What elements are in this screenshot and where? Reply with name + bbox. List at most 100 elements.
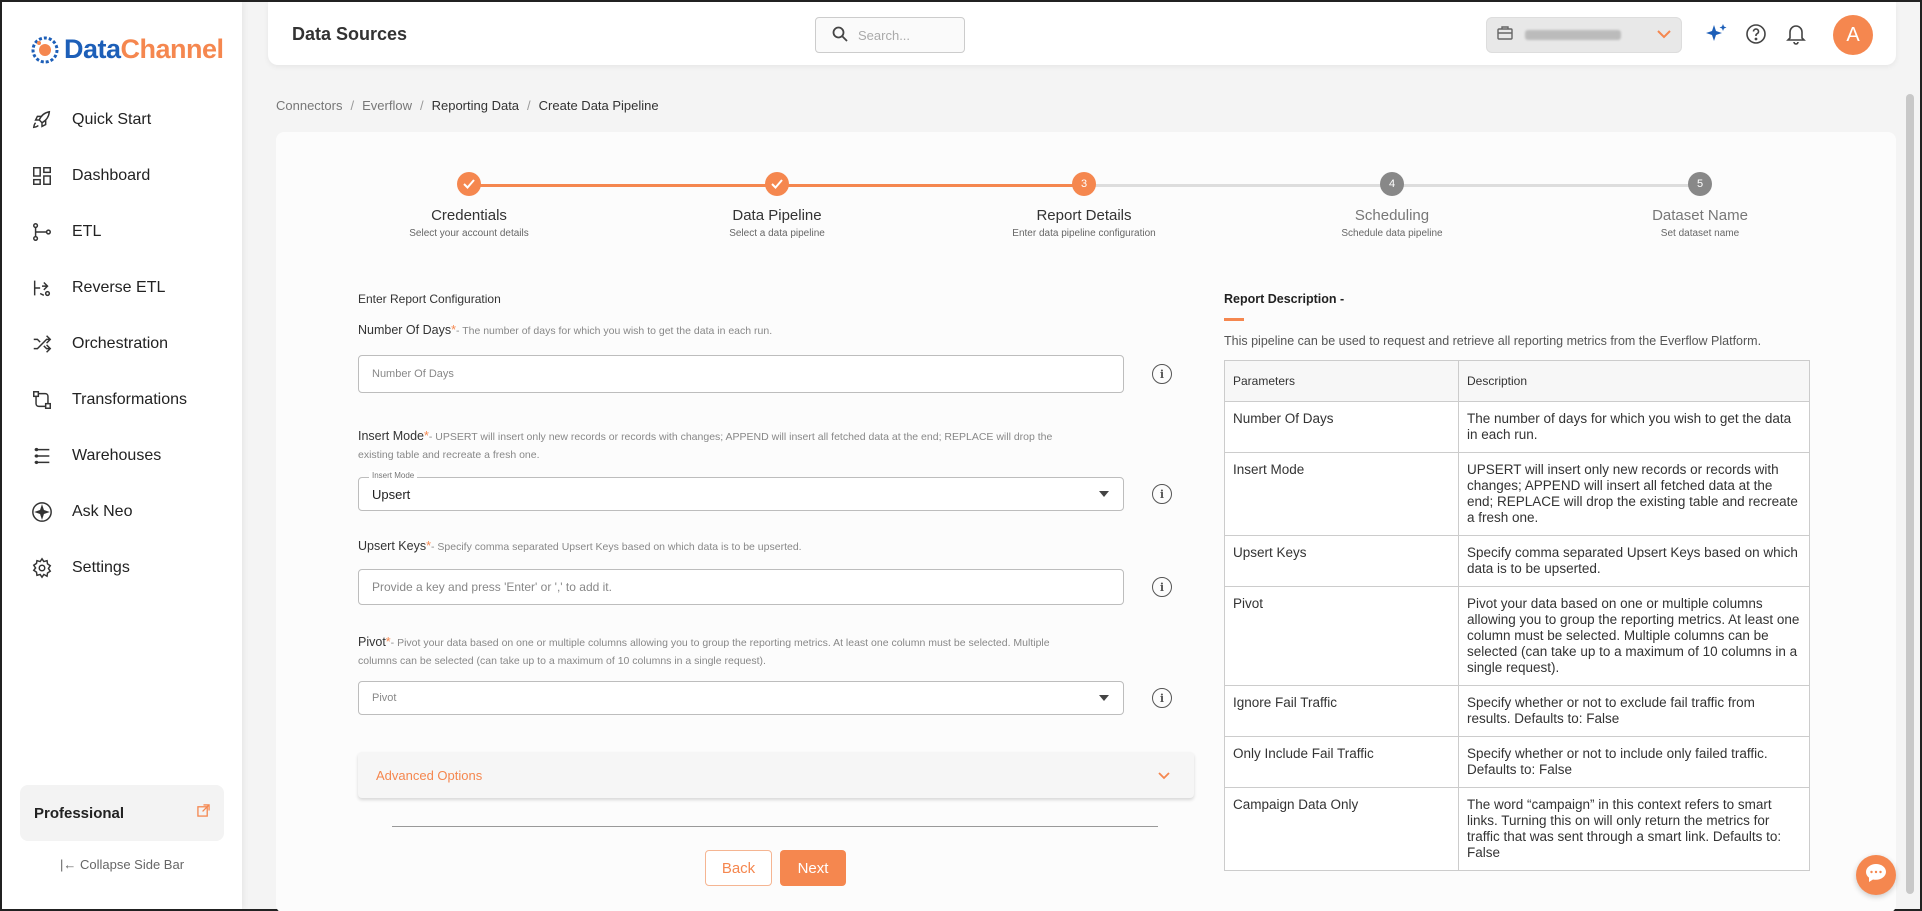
- warehouses-icon: [30, 444, 54, 468]
- step-credentials[interactable]: Credentials Select your account details: [369, 170, 569, 239]
- table-row: Insert Mode UPSERT will insert only new r…: [1224, 452, 1810, 536]
- orchestration-icon: [30, 332, 54, 356]
- account-switcher[interactable]: [1486, 17, 1682, 53]
- dropdown-caret-icon: [1099, 491, 1109, 497]
- breadcrumb-separator: /: [527, 98, 531, 113]
- sidebar-item-quick-start[interactable]: Quick Start: [2, 92, 242, 148]
- step-data-pipeline[interactable]: Data Pipeline Select a data pipeline: [677, 170, 877, 239]
- plan-box[interactable]: Professional: [20, 785, 224, 841]
- sidebar-item-label: Dashboard: [72, 167, 151, 184]
- bell-icon[interactable]: [1784, 22, 1808, 46]
- step-title: Data Pipeline: [732, 207, 822, 224]
- external-link-icon[interactable]: [197, 804, 210, 822]
- param-name: Ignore Fail Traffic: [1224, 685, 1459, 737]
- sidebar-item-warehouses[interactable]: Warehouses: [2, 428, 242, 484]
- sidebar-item-label: Warehouses: [72, 447, 162, 464]
- table-row: Pivot Pivot your data based on one or mul…: [1224, 586, 1810, 686]
- breadcrumb-separator: /: [419, 98, 424, 113]
- top-header: Data Sources Search... A: [268, 2, 1896, 65]
- sidebar-nav: Quick Start Dashboard ETL Reverse ETL Or…: [2, 92, 242, 596]
- transformations-icon: [30, 388, 54, 412]
- sidebar-item-label: Settings: [72, 559, 130, 576]
- table-row: Number Of Days The number of days for whi…: [1224, 401, 1810, 453]
- stepper: Credentials Select your account details …: [276, 170, 1896, 250]
- param-name: Pivot: [1224, 586, 1459, 686]
- info-icon[interactable]: i: [1152, 484, 1172, 504]
- floating-label: Insert Mode: [369, 471, 418, 480]
- step-report-details[interactable]: 3 Report Details Enter data pipeline con…: [984, 170, 1184, 239]
- sidebar-item-etl[interactable]: ETL: [2, 204, 242, 260]
- collapse-label: Collapse Side Bar: [79, 857, 185, 872]
- table-header-row: Parameters Description: [1224, 360, 1810, 402]
- info-icon[interactable]: i: [1152, 577, 1172, 597]
- step-subtitle: Select your account details: [409, 228, 529, 239]
- breadcrumb-current: Create Data Pipeline: [538, 98, 659, 113]
- breadcrumb: Connectors / Everflow / Reporting Data /…: [276, 98, 659, 113]
- logo-icon: [31, 36, 59, 63]
- param-desc: Pivot your data based on one or multiple…: [1458, 586, 1810, 686]
- param-name: Campaign Data Only: [1224, 787, 1459, 871]
- sidebar-item-ask-neo[interactable]: Ask Neo: [2, 484, 242, 540]
- search-input[interactable]: Search...: [815, 17, 965, 53]
- briefcase-icon: [1497, 25, 1513, 45]
- sidebar-item-dashboard[interactable]: Dashboard: [2, 148, 242, 204]
- form-divider: [392, 826, 1158, 827]
- info-icon[interactable]: i: [1152, 688, 1172, 708]
- column-header: Description: [1458, 360, 1810, 402]
- select-value: Upsert: [372, 486, 411, 502]
- collapse-icon: |←: [59, 857, 77, 872]
- sidebar: DataChannel Quick Start Dashboard ETL Re…: [2, 2, 242, 909]
- step-scheduling[interactable]: 4 Scheduling Schedule data pipeline: [1292, 170, 1492, 239]
- help-icon[interactable]: [1744, 22, 1768, 46]
- sidebar-item-settings[interactable]: Settings: [2, 540, 242, 596]
- param-desc: UPSERT will insert only new records or r…: [1458, 452, 1810, 536]
- field-label: Number Of Days: [358, 323, 452, 337]
- sidebar-item-reverse-etl[interactable]: Reverse ETL: [2, 260, 242, 316]
- collapse-sidebar-button[interactable]: |← Collapse Side Bar: [2, 857, 242, 872]
- advanced-options-label: Advanced Options: [376, 767, 483, 783]
- insert-mode-select[interactable]: Insert Mode Upsert: [358, 471, 1124, 511]
- field-hint: - The number of days for which you wish …: [455, 325, 773, 337]
- field-label: Upsert Keys: [358, 539, 427, 553]
- step-dataset-name[interactable]: 5 Dataset Name Set dataset name: [1600, 170, 1800, 239]
- plan-name: Professional: [34, 804, 125, 822]
- step-subtitle: Set dataset name: [1660, 228, 1740, 239]
- step-number: 5: [1688, 172, 1712, 196]
- breadcrumb-reporting-data[interactable]: Reporting Data: [432, 98, 519, 113]
- table-row: Upsert Keys Specify comma separated Upser…: [1224, 535, 1810, 587]
- heading-underline: [1224, 318, 1244, 321]
- sidebar-item-transformations[interactable]: Transformations: [2, 372, 242, 428]
- back-button[interactable]: Back: [705, 850, 772, 886]
- search-placeholder: Search...: [858, 27, 911, 43]
- info-icon[interactable]: i: [1152, 364, 1172, 384]
- number-of-days-input[interactable]: Number Of Days: [358, 355, 1124, 393]
- sidebar-item-label: Orchestration: [72, 335, 169, 352]
- field-hint: - Pivot your data based on one or multip…: [358, 637, 1050, 667]
- datachannel-logo[interactable]: DataChannel: [30, 34, 224, 65]
- logo-text: DataChannel: [64, 34, 224, 64]
- param-name: Upsert Keys: [1224, 535, 1459, 587]
- param-name: Only Include Fail Traffic: [1224, 736, 1459, 788]
- pivot-label: Pivot*- Pivot your data based on one or …: [358, 634, 1058, 670]
- chat-support-button[interactable]: [1856, 855, 1896, 895]
- page-scrollbar[interactable]: [1906, 94, 1914, 894]
- avatar[interactable]: A: [1833, 15, 1873, 55]
- next-button[interactable]: Next: [780, 850, 846, 886]
- sidebar-item-orchestration[interactable]: Orchestration: [2, 316, 242, 372]
- gear-icon: [30, 556, 54, 580]
- field-placeholder: Number Of Days: [372, 368, 454, 380]
- advanced-options-toggle[interactable]: Advanced Options: [358, 752, 1194, 798]
- breadcrumb-everflow[interactable]: Everflow: [362, 98, 412, 113]
- dashboard-icon: [30, 164, 54, 188]
- search-icon: [832, 26, 848, 45]
- etl-icon: [30, 220, 54, 244]
- step-title: Dataset Name: [1652, 207, 1748, 224]
- breadcrumb-connectors[interactable]: Connectors: [276, 98, 342, 113]
- pivot-select[interactable]: Pivot: [358, 681, 1124, 715]
- sidebar-item-label: ETL: [72, 223, 102, 240]
- column-header: Parameters: [1224, 360, 1459, 402]
- sidebar-item-label: Quick Start: [72, 111, 152, 128]
- upsert-keys-input[interactable]: Provide a key and press 'Enter' or ',' t…: [358, 569, 1124, 605]
- sparkle-ai-icon[interactable]: [1704, 22, 1728, 46]
- account-name-redacted: [1525, 30, 1621, 40]
